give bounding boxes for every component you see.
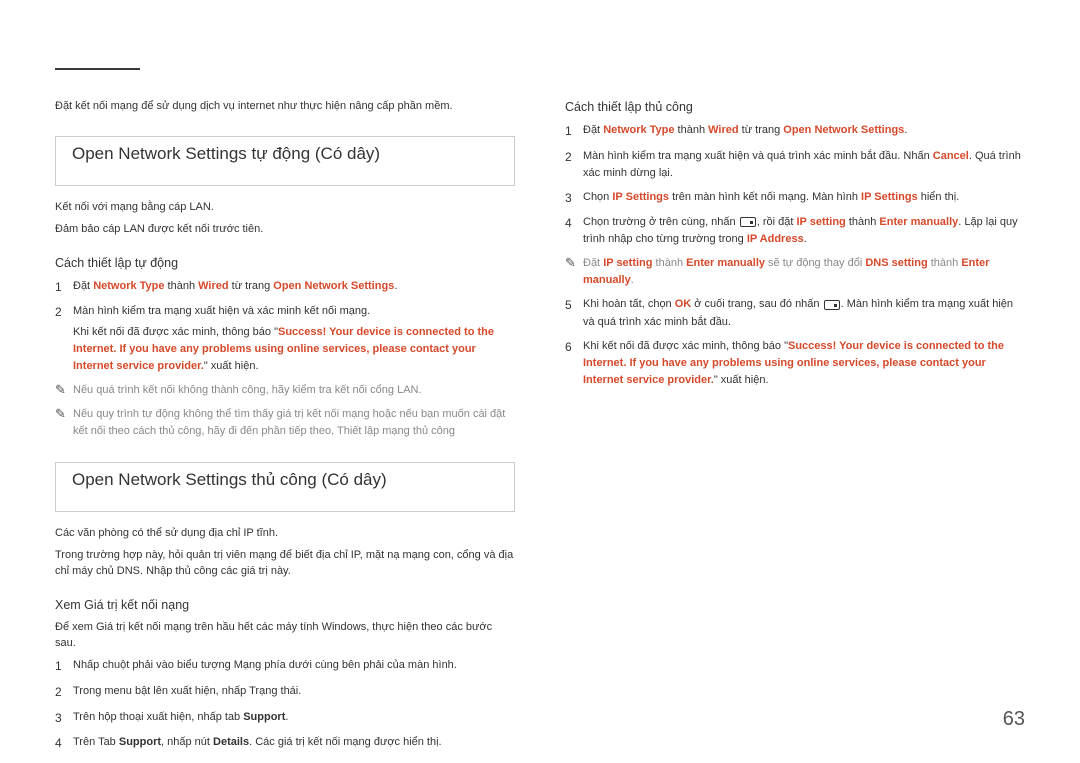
intro-text: Đặt kết nối mạng để sử dụng dịch vụ inte… <box>55 100 515 112</box>
step-item: 3Chọn IP Settings trên màn hình kết nối … <box>565 189 1025 208</box>
step-number: 3 <box>55 709 73 728</box>
step-text: Màn hình kiểm tra mạng xuất hiện và xác … <box>73 303 515 374</box>
step-number: 4 <box>565 214 583 248</box>
step-item: 1Nhấp chuột phải vào biểu tượng Mạng phí… <box>55 657 515 676</box>
step-text: Khi kết nối đã được xác minh, thông báo … <box>583 338 1025 389</box>
step-text: Khi hoàn tất, chọn OK ở cuối trang, sau … <box>583 296 1025 330</box>
note-text: Nếu quy trình tự động không thể tìm thấy… <box>73 406 515 440</box>
auto-steps-list: 1Đặt Network Type thành Wired từ trang O… <box>55 278 515 375</box>
step-item: 6Khi kết nối đã được xác minh, thông báo… <box>565 338 1025 389</box>
pencil-icon: ✎ <box>55 382 73 399</box>
step-item: 1Đặt Network Type thành Wired từ trang O… <box>565 122 1025 141</box>
step-text: Nhấp chuột phải vào biểu tượng Mạng phía… <box>73 657 515 676</box>
step-text: Màn hình kiểm tra mạng xuất hiện và quá … <box>583 148 1025 182</box>
step-item: 2Trong menu bật lên xuất hiện, nhấp Trạn… <box>55 683 515 702</box>
manual-steps-list: 1Đặt Network Type thành Wired từ trang O… <box>565 122 1025 389</box>
heading-auto-wired: Open Network Settings tự động (Có dây) <box>66 142 386 166</box>
view-values-steps: 1Nhấp chuột phải vào biểu tượng Mạng phí… <box>55 657 515 752</box>
note-item: ✎Nếu quy trình tự động không thể tìm thấ… <box>55 406 515 440</box>
section-heading-manual: Open Network Settings thủ công (Có dây) <box>55 462 515 512</box>
step-text: Đặt Network Type thành Wired từ trang Op… <box>583 122 1025 141</box>
subheading-manual-setup: Cách thiết lập thủ công <box>565 100 1025 114</box>
section-divider <box>55 68 140 70</box>
step-number: 5 <box>565 296 583 330</box>
note-text: Nếu quá trình kết nối không thành công, … <box>73 382 515 399</box>
subheading-view-values: Xem Giá trị kết nối nạng <box>55 598 515 612</box>
page-number: 63 <box>1003 708 1025 731</box>
step-number: 2 <box>55 303 73 374</box>
step-item: 1Đặt Network Type thành Wired từ trang O… <box>55 278 515 297</box>
pencil-icon: ✎ <box>55 406 73 440</box>
step-text: Chọn IP Settings trên màn hình kết nối m… <box>583 189 1025 208</box>
step-number: 3 <box>565 189 583 208</box>
step-number: 4 <box>55 734 73 753</box>
enter-key-icon <box>740 217 756 227</box>
step-text: Trên hộp thoại xuất hiện, nhấp tab Suppo… <box>73 709 515 728</box>
auto-notes-list: ✎Nếu quá trình kết nối không thành công,… <box>55 382 515 440</box>
subheading-auto-setup: Cách thiết lập tự động <box>55 256 515 270</box>
step-number: 2 <box>565 148 583 182</box>
pencil-icon: ✎ <box>565 255 583 289</box>
step-item: 2Màn hình kiểm tra mạng xuất hiện và xác… <box>55 303 515 374</box>
left-column: Đặt kết nối mạng để sử dụng dịch vụ inte… <box>55 100 515 760</box>
heading-manual-wired: Open Network Settings thủ công (Có dây) <box>66 468 393 492</box>
step-item: 3Trên hộp thoại xuất hiện, nhấp tab Supp… <box>55 709 515 728</box>
step-text: Chọn trường ở trên cùng, nhấn , rồi đặt … <box>583 214 1025 248</box>
step-text: Trong menu bật lên xuất hiện, nhấp Trạng… <box>73 683 515 702</box>
section-heading-auto: Open Network Settings tự động (Có dây) <box>55 136 515 186</box>
step-item: 4Trên Tab Support, nhấp nút Details. Các… <box>55 734 515 753</box>
para-lan-first: Đảm bảo cáp LAN được kết nối trước tiên. <box>55 222 515 238</box>
step-number: 6 <box>565 338 583 389</box>
step-item: 4Chọn trường ở trên cùng, nhấn , rồi đặt… <box>565 214 1025 248</box>
step-text: Trên Tab Support, nhấp nút Details. Các … <box>73 734 515 753</box>
two-column-layout: Đặt kết nối mạng để sử dụng dịch vụ inte… <box>55 100 1025 760</box>
step-number: 1 <box>565 122 583 141</box>
step-text: Đặt Network Type thành Wired từ trang Op… <box>73 278 515 297</box>
para-ask-admin: Trong trường hợp này, hỏi quản trị viên … <box>55 548 515 580</box>
para-lan-connect: Kết nối với mạng bằng cáp LAN. <box>55 200 515 216</box>
step-number: 2 <box>55 683 73 702</box>
step-number: 1 <box>55 278 73 297</box>
enter-key-icon <box>824 300 840 310</box>
step-text: Đặt IP setting thành Enter manually sẽ t… <box>583 255 1025 289</box>
note-item: ✎Nếu quá trình kết nối không thành công,… <box>55 382 515 399</box>
step-item: 5Khi hoàn tất, chọn OK ở cuối trang, sau… <box>565 296 1025 330</box>
para-windows-instr: Để xem Giá trị kết nối mạng trên hầu hết… <box>55 620 515 652</box>
para-static-ip: Các văn phòng có thể sử dụng địa chỉ IP … <box>55 526 515 542</box>
step-item: 2Màn hình kiểm tra mạng xuất hiện và quá… <box>565 148 1025 182</box>
right-column: Cách thiết lập thủ công 1Đặt Network Typ… <box>565 100 1025 760</box>
note-item: ✎Đặt IP setting thành Enter manually sẽ … <box>565 255 1025 289</box>
step-number: 1 <box>55 657 73 676</box>
